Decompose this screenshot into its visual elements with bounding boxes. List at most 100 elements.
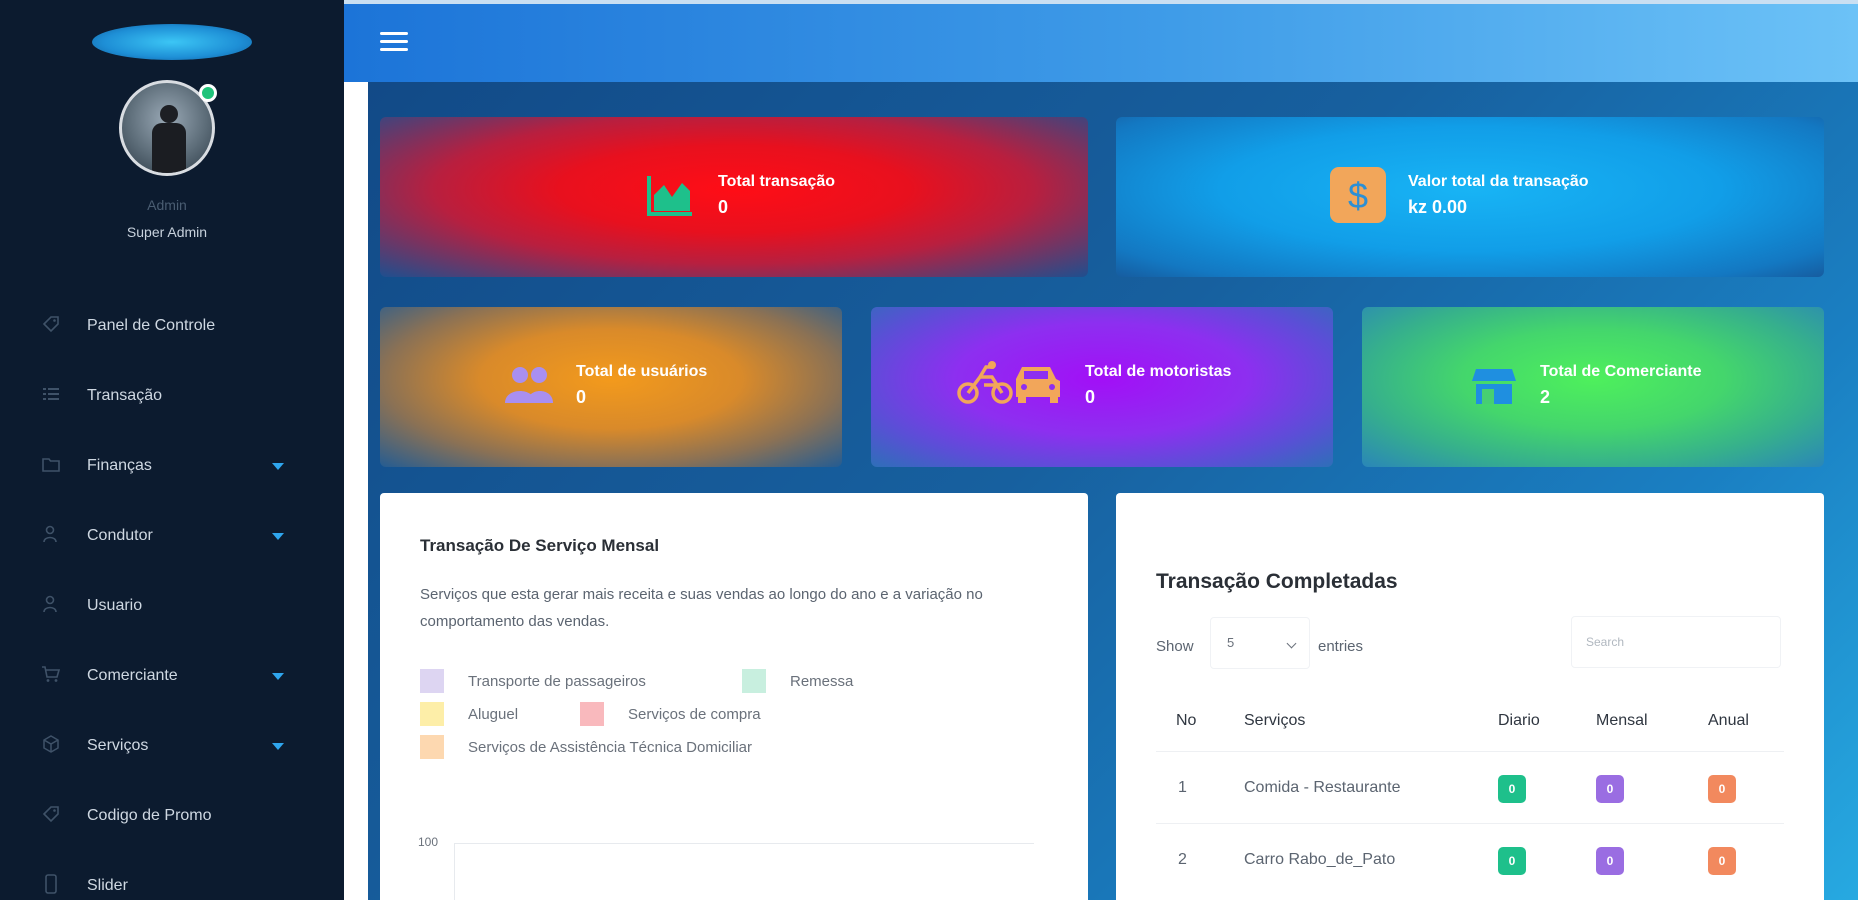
stat-card-total-transacao[interactable]: Total transação 0 bbox=[380, 117, 1088, 277]
chevron-down-icon[interactable] bbox=[272, 742, 284, 750]
user-lock-icon bbox=[40, 525, 62, 548]
app-logo[interactable] bbox=[92, 24, 252, 60]
chart-gridline bbox=[454, 843, 1034, 844]
sidebar-item-label: Comerciante bbox=[87, 667, 178, 684]
dollar-icon: $ bbox=[1330, 167, 1386, 228]
completed-transactions-panel: Transação Completadas Show 5 entries No … bbox=[1116, 493, 1824, 900]
table-title: Transação Completadas bbox=[1156, 570, 1398, 593]
table-cell-servico: Comida - Restaurante bbox=[1244, 779, 1401, 796]
legend-swatch bbox=[420, 669, 444, 693]
sidebar-item-label: Transação bbox=[87, 387, 162, 404]
legend-label: Transporte de passageiros bbox=[468, 672, 646, 690]
legend-swatch bbox=[420, 702, 444, 726]
chart-y-axis bbox=[454, 843, 455, 900]
legend-item[interactable]: Remessa bbox=[742, 669, 853, 693]
entries-per-page-select[interactable]: 5 bbox=[1210, 617, 1310, 669]
chevron-down-icon bbox=[1286, 638, 1297, 649]
menu-bar-line bbox=[380, 48, 408, 51]
monthly-badge: 0 bbox=[1596, 847, 1624, 875]
sidebar-item-label: Serviços bbox=[87, 737, 149, 754]
content-edge bbox=[344, 82, 368, 900]
svg-text:$: $ bbox=[1348, 175, 1368, 216]
legend-label: Aluguel bbox=[468, 705, 519, 723]
stat-value: 2 bbox=[1540, 387, 1551, 407]
monthly-badge: 0 bbox=[1596, 775, 1624, 803]
avatar-person-body bbox=[152, 123, 186, 173]
sidebar-item-financas[interactable]: Finanças bbox=[0, 431, 344, 501]
stat-card-total-motoristas[interactable]: Total de motoristas 0 bbox=[871, 307, 1333, 467]
online-status-indicator bbox=[199, 84, 217, 102]
stat-card-total-comerciante[interactable]: Total de Comerciante 2 bbox=[1362, 307, 1824, 467]
cart-icon bbox=[40, 665, 62, 688]
legend-label: Serviços de Assistência Técnica Domicili… bbox=[468, 738, 752, 756]
sidebar-item-panel-de-controle[interactable]: Panel de Controle bbox=[0, 291, 344, 361]
stat-title: Valor total da transação bbox=[1408, 173, 1589, 190]
legend-item[interactable]: Serviços de Assistência Técnica Domicili… bbox=[420, 735, 752, 759]
sidebar-item-label: Slider bbox=[87, 877, 128, 894]
legend-item[interactable]: Transporte de passageiros bbox=[420, 669, 646, 693]
stat-value: 0 bbox=[718, 197, 729, 217]
legend-label: Remessa bbox=[790, 672, 854, 690]
profile-name: Admin bbox=[147, 197, 187, 213]
stat-value: kz 0.00 bbox=[1408, 197, 1468, 217]
top-navbar bbox=[344, 0, 1858, 82]
column-header-mensal[interactable]: Mensal bbox=[1596, 712, 1648, 730]
stat-title: Total transação bbox=[718, 173, 836, 190]
sidebar-item-label: Condutor bbox=[87, 527, 153, 544]
annual-badge: 0 bbox=[1708, 775, 1736, 803]
annual-badge: 0 bbox=[1708, 847, 1736, 875]
sidebar: Admin Super Admin Panel de Controle Tran… bbox=[0, 0, 344, 900]
legend-swatch bbox=[742, 669, 766, 693]
list-icon bbox=[40, 386, 62, 407]
column-header-anual[interactable]: Anual bbox=[1708, 712, 1749, 730]
sidebar-nav: Panel de Controle Transação Finanças Con… bbox=[0, 291, 344, 900]
stat-title: Total de motoristas bbox=[1085, 363, 1232, 380]
table-cell-no: 1 bbox=[1178, 779, 1187, 796]
phone-icon bbox=[40, 873, 62, 899]
chevron-down-icon[interactable] bbox=[272, 462, 284, 470]
table-divider bbox=[1156, 823, 1784, 824]
stat-title: Total de usuários bbox=[576, 363, 708, 380]
sidebar-item-codigo-de-promo[interactable]: Codigo de Promo bbox=[0, 781, 344, 851]
column-header-no[interactable]: No bbox=[1176, 712, 1196, 730]
table-cell-no: 2 bbox=[1178, 851, 1187, 868]
monthly-service-chart-panel: Transação De Serviço Mensal Serviços que… bbox=[380, 493, 1088, 900]
stat-card-valor-total[interactable]: $ Valor total da transação kz 0.00 bbox=[1116, 117, 1824, 277]
legend-item[interactable]: Aluguel bbox=[420, 702, 518, 726]
user-lock-icon bbox=[40, 595, 62, 618]
show-label: Show bbox=[1156, 638, 1194, 655]
sidebar-item-transacao[interactable]: Transação bbox=[0, 361, 344, 431]
store-icon bbox=[1472, 367, 1516, 410]
table-cell-servico: Carro Rabo_de_Pato bbox=[1244, 851, 1396, 868]
users-icon bbox=[503, 365, 555, 410]
sidebar-item-usuario[interactable]: Usuario bbox=[0, 571, 344, 641]
column-header-diario[interactable]: Diario bbox=[1498, 712, 1540, 730]
chevron-down-icon[interactable] bbox=[272, 532, 284, 540]
chevron-down-icon[interactable] bbox=[272, 672, 284, 680]
sidebar-item-comerciante[interactable]: Comerciante bbox=[0, 641, 344, 711]
entries-select-value: 5 bbox=[1227, 635, 1235, 650]
avatar-person-head bbox=[160, 105, 178, 123]
menu-bar-line bbox=[380, 32, 408, 35]
sidebar-item-label: Finanças bbox=[87, 457, 152, 474]
sidebar-item-label: Panel de Controle bbox=[87, 317, 216, 334]
column-header-servicos[interactable]: Serviços bbox=[1244, 712, 1305, 730]
sidebar-item-label: Codigo de Promo bbox=[87, 807, 212, 824]
sidebar-item-condutor[interactable]: Condutor bbox=[0, 501, 344, 571]
table-search-input[interactable] bbox=[1571, 616, 1781, 668]
dashboard-content: Total transação 0 $ Valor total da trans… bbox=[368, 82, 1858, 900]
stat-value: 0 bbox=[1085, 387, 1096, 407]
menu-bar-line bbox=[380, 40, 408, 43]
legend-label: Serviços de compra bbox=[628, 705, 761, 723]
sidebar-item-servicos[interactable]: Serviços bbox=[0, 711, 344, 781]
legend-swatch bbox=[580, 702, 604, 726]
line-chart-icon bbox=[646, 173, 694, 222]
stat-card-total-usuarios[interactable]: Total de usuários 0 bbox=[380, 307, 842, 467]
cube-icon bbox=[40, 734, 62, 758]
legend-item[interactable]: Serviços de compra bbox=[580, 702, 761, 726]
stat-value: 0 bbox=[576, 387, 587, 407]
menu-toggle-icon[interactable] bbox=[380, 28, 410, 54]
chart-description: Serviços que esta gerar mais receita e s… bbox=[420, 586, 983, 630]
table-divider bbox=[1156, 751, 1784, 752]
sidebar-item-slider[interactable]: Slider bbox=[0, 851, 344, 900]
